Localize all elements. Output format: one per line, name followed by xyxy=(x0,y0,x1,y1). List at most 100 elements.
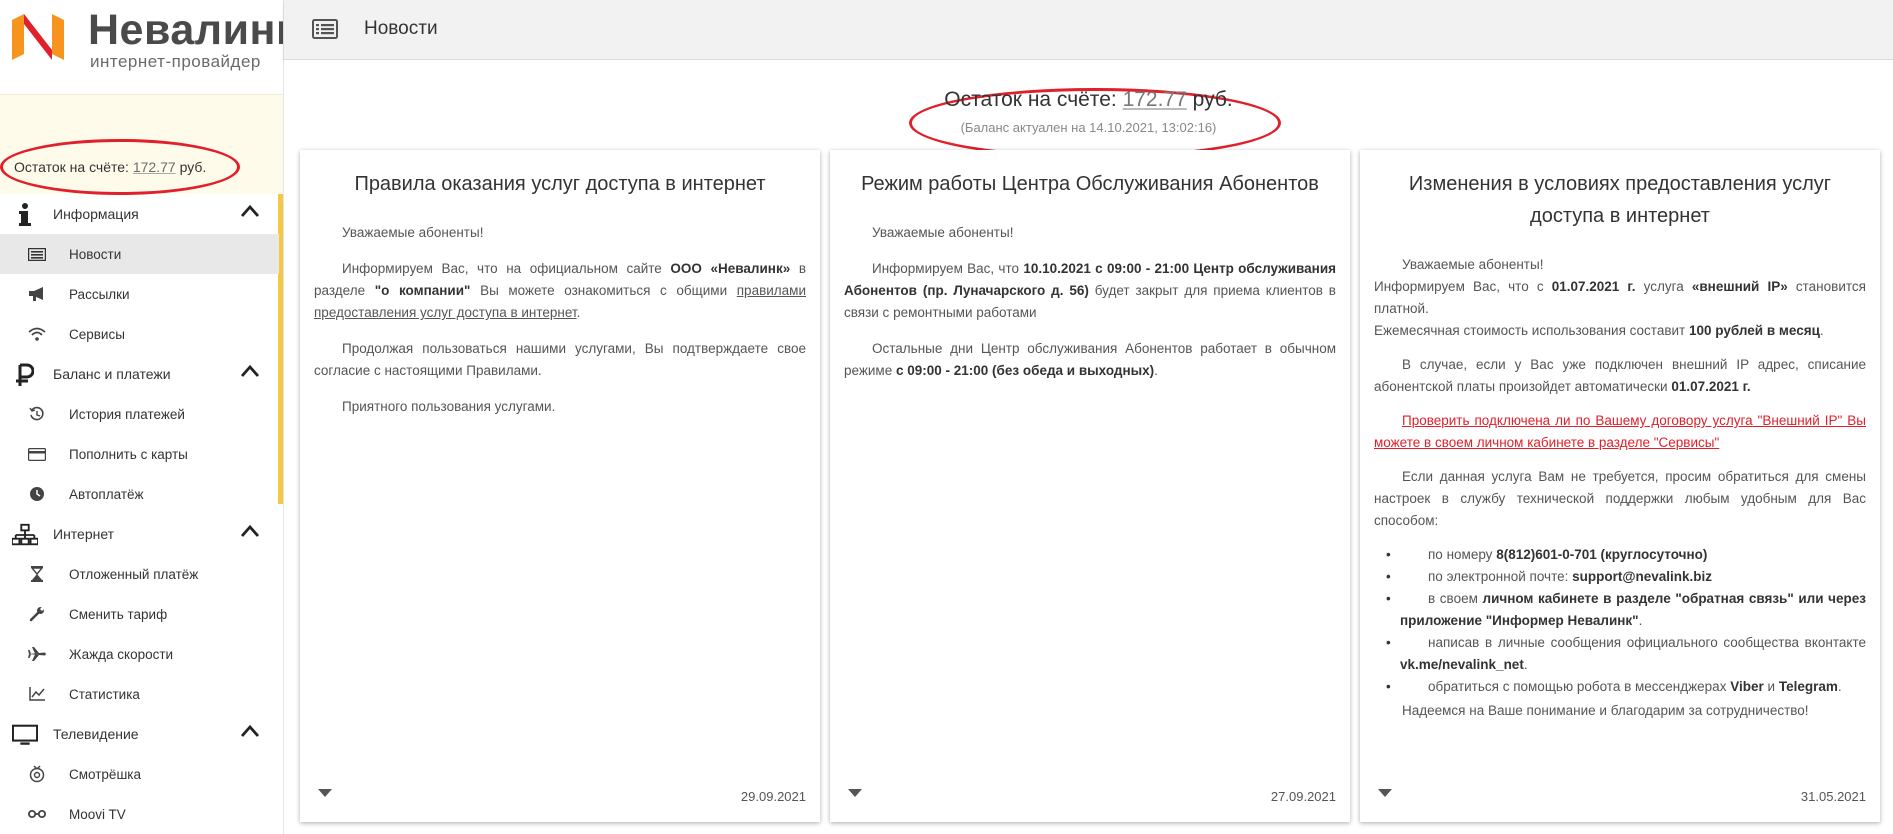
paragraph: Уважаемые абоненты! xyxy=(872,225,1014,240)
date-highlight: 01.07.2021 г. xyxy=(1551,279,1636,294)
clock-icon xyxy=(28,486,46,502)
sidebar: Невалинк интернет-провайдер Остаток на с… xyxy=(0,0,284,834)
stats-icon xyxy=(28,686,46,702)
sidebar-item-payment-history[interactable]: История платежей xyxy=(0,394,283,434)
sidebar-item-news[interactable]: Новости xyxy=(0,234,279,274)
text-span: в своем xyxy=(1428,591,1478,606)
text-span: Информируем Вас, что на официальном сайт… xyxy=(342,261,662,276)
sidebar-item-label: Пополнить с карты xyxy=(69,446,188,462)
news-date: 27.09.2021 xyxy=(1270,789,1336,804)
price-highlight: 100 рублей в месяц xyxy=(1689,323,1820,338)
paragraph: Приятного пользования услугами. xyxy=(342,399,556,414)
sidebar-item-mailings[interactable]: Рассылки xyxy=(0,274,283,314)
news-card: Изменения в условиях предоставления услу… xyxy=(1360,150,1880,822)
text-span: Ежемесячная стоимость использования сост… xyxy=(1374,323,1686,338)
sidebar-balance: Остаток на счёте: 172.77 руб. xyxy=(0,94,283,195)
credit-card-icon xyxy=(28,446,46,462)
expand-arrow-icon[interactable] xyxy=(1378,784,1392,802)
nav-group-label: Телевидение xyxy=(53,726,139,742)
tv-icon xyxy=(12,722,38,748)
text-span: . xyxy=(1154,363,1158,378)
sidebar-item-label: Смотрёшка xyxy=(69,766,141,782)
history-icon xyxy=(28,406,46,422)
megaphone-icon xyxy=(28,286,46,302)
sidebar-item-label: Рассылки xyxy=(69,286,130,302)
sidebar-item-label: Статистика xyxy=(69,686,140,702)
expand-arrow-icon[interactable] xyxy=(848,784,862,802)
chevron-up-icon[interactable] xyxy=(240,364,260,383)
sidebar-item-deferred-payment[interactable]: Отложенный платёж xyxy=(0,554,283,594)
chevron-up-icon[interactable] xyxy=(240,724,260,743)
balance-label: Остаток на счёте: xyxy=(944,88,1117,111)
news-card-body: Уважаемые абоненты! Информируем Вас, что… xyxy=(830,222,1350,382)
date-highlight: 01.07.2021 г. xyxy=(1671,379,1751,394)
sidebar-item-label: История платежей xyxy=(69,406,185,422)
balance-amount[interactable]: 172.77 xyxy=(1123,88,1187,111)
vk-link[interactable]: vk.me/nevalink_net xyxy=(1400,657,1524,672)
paragraph: Информируем Вас, что на официальном сайт… xyxy=(314,258,806,324)
main-content: Остаток на счёте: 172.77 руб. (Баланс ак… xyxy=(284,60,1893,834)
closing-text: Надеемся на Ваше понимание и благодарим … xyxy=(1402,703,1809,718)
sidebar-item-speed-thirst[interactable]: Жажда скорости xyxy=(0,634,283,674)
text-span: Информируем Вас, что xyxy=(872,261,1020,276)
paragraph: Уважаемые абоненты! xyxy=(342,225,484,240)
list-item: обратиться с помощью робота в мессенджер… xyxy=(1374,676,1866,698)
sidebar-item-moovi-tv[interactable]: Moovi TV xyxy=(0,794,283,834)
text-span: . xyxy=(1819,323,1824,338)
balance-currency: руб. xyxy=(1192,88,1233,111)
balance-timestamp: (Баланс актуален на 14.10.2021, 13:02:16… xyxy=(960,120,1217,135)
working-hours: с 09:00 - 21:00 (без обеда и выходных) xyxy=(896,363,1155,378)
service-name: «внешний IP» xyxy=(1691,279,1788,294)
contact-list: по номеру 8(812)601-0-701 (круглосуточно… xyxy=(1374,544,1866,698)
news-card-body: Уважаемые абоненты! Информируем Вас, что… xyxy=(300,222,820,418)
chevron-up-icon[interactable] xyxy=(240,204,260,223)
text-span: . xyxy=(1837,679,1842,694)
glasses-icon xyxy=(28,806,46,822)
sidebar-item-card-topup[interactable]: Пополнить с карты xyxy=(0,434,283,474)
sidebar-item-label: Moovi TV xyxy=(69,806,126,822)
wrench-icon xyxy=(28,606,46,622)
sidebar-item-services[interactable]: Сервисы xyxy=(0,314,283,354)
list-item: написав в личные сообщения официального … xyxy=(1374,632,1866,676)
paragraph: Остальные дни Центр обслуживания Абонент… xyxy=(844,338,1336,382)
list-icon[interactable] xyxy=(312,19,338,44)
sidebar-item-change-tariff[interactable]: Сменить тариф xyxy=(0,594,283,634)
paragraph: Информируем Вас, что 10.10.2021 с 09:00 … xyxy=(844,258,1336,324)
nav-group-internet[interactable]: Интернет xyxy=(0,514,283,554)
sidebar-item-autopay[interactable]: Автоплатёж xyxy=(0,474,283,514)
support-email[interactable]: support@nevalink.biz xyxy=(1572,569,1712,584)
balance-amount[interactable]: 172.77 xyxy=(133,159,176,175)
news-card-title: Изменения в условиях предоставления услу… xyxy=(1408,173,1832,227)
news-icon xyxy=(28,246,46,262)
company-name: ООО «Невалинк» xyxy=(670,261,791,276)
brand-logo[interactable]: Невалинк интернет-провайдер xyxy=(0,0,283,94)
text-span: и xyxy=(1767,679,1776,694)
list-item: в своем личном кабинете в разделе "обрат… xyxy=(1374,588,1866,632)
check-service-link[interactable]: Проверить подключена ли по Вашему догово… xyxy=(1374,413,1866,450)
nav-group-tv[interactable]: Телевидение xyxy=(0,714,283,754)
chevron-up-icon[interactable] xyxy=(240,524,260,543)
sidebar-item-statistics[interactable]: Статистика xyxy=(0,674,283,714)
text-span: . xyxy=(1523,657,1528,672)
sidebar-item-label: Сменить тариф xyxy=(69,606,168,622)
nav-group-balance[interactable]: Баланс и платежи xyxy=(0,354,283,394)
hourglass-icon xyxy=(28,566,46,582)
messenger-name: Telegram xyxy=(1778,679,1838,694)
paragraph: Продолжая пользоваться нашими услугами, … xyxy=(314,341,806,378)
news-card: Правила оказания услуг доступа в интерне… xyxy=(300,150,820,822)
phone-number[interactable]: 8(812)601-0-701 (круглосуточно) xyxy=(1496,547,1707,562)
wifi-icon xyxy=(28,326,46,342)
ruble-icon xyxy=(12,362,38,388)
smotreshka-icon xyxy=(28,765,46,783)
expand-arrow-icon[interactable] xyxy=(318,784,332,802)
main-balance: Остаток на счёте: 172.77 руб. xyxy=(284,88,1893,112)
nav-group-label: Информация xyxy=(53,206,139,222)
text-span: . xyxy=(1638,613,1643,628)
paragraph: Если данная услуга Вам не требуется, про… xyxy=(1374,469,1866,528)
text-span: Вы можете ознакомиться с общими xyxy=(480,283,728,298)
sidebar-item-smotreshka[interactable]: Смотрёшка xyxy=(0,754,283,794)
text-span: . xyxy=(576,305,581,320)
network-icon xyxy=(12,522,38,548)
nav-group-info[interactable]: Информация xyxy=(0,194,283,234)
text-span: Информируем Вас, что с xyxy=(1374,279,1544,294)
